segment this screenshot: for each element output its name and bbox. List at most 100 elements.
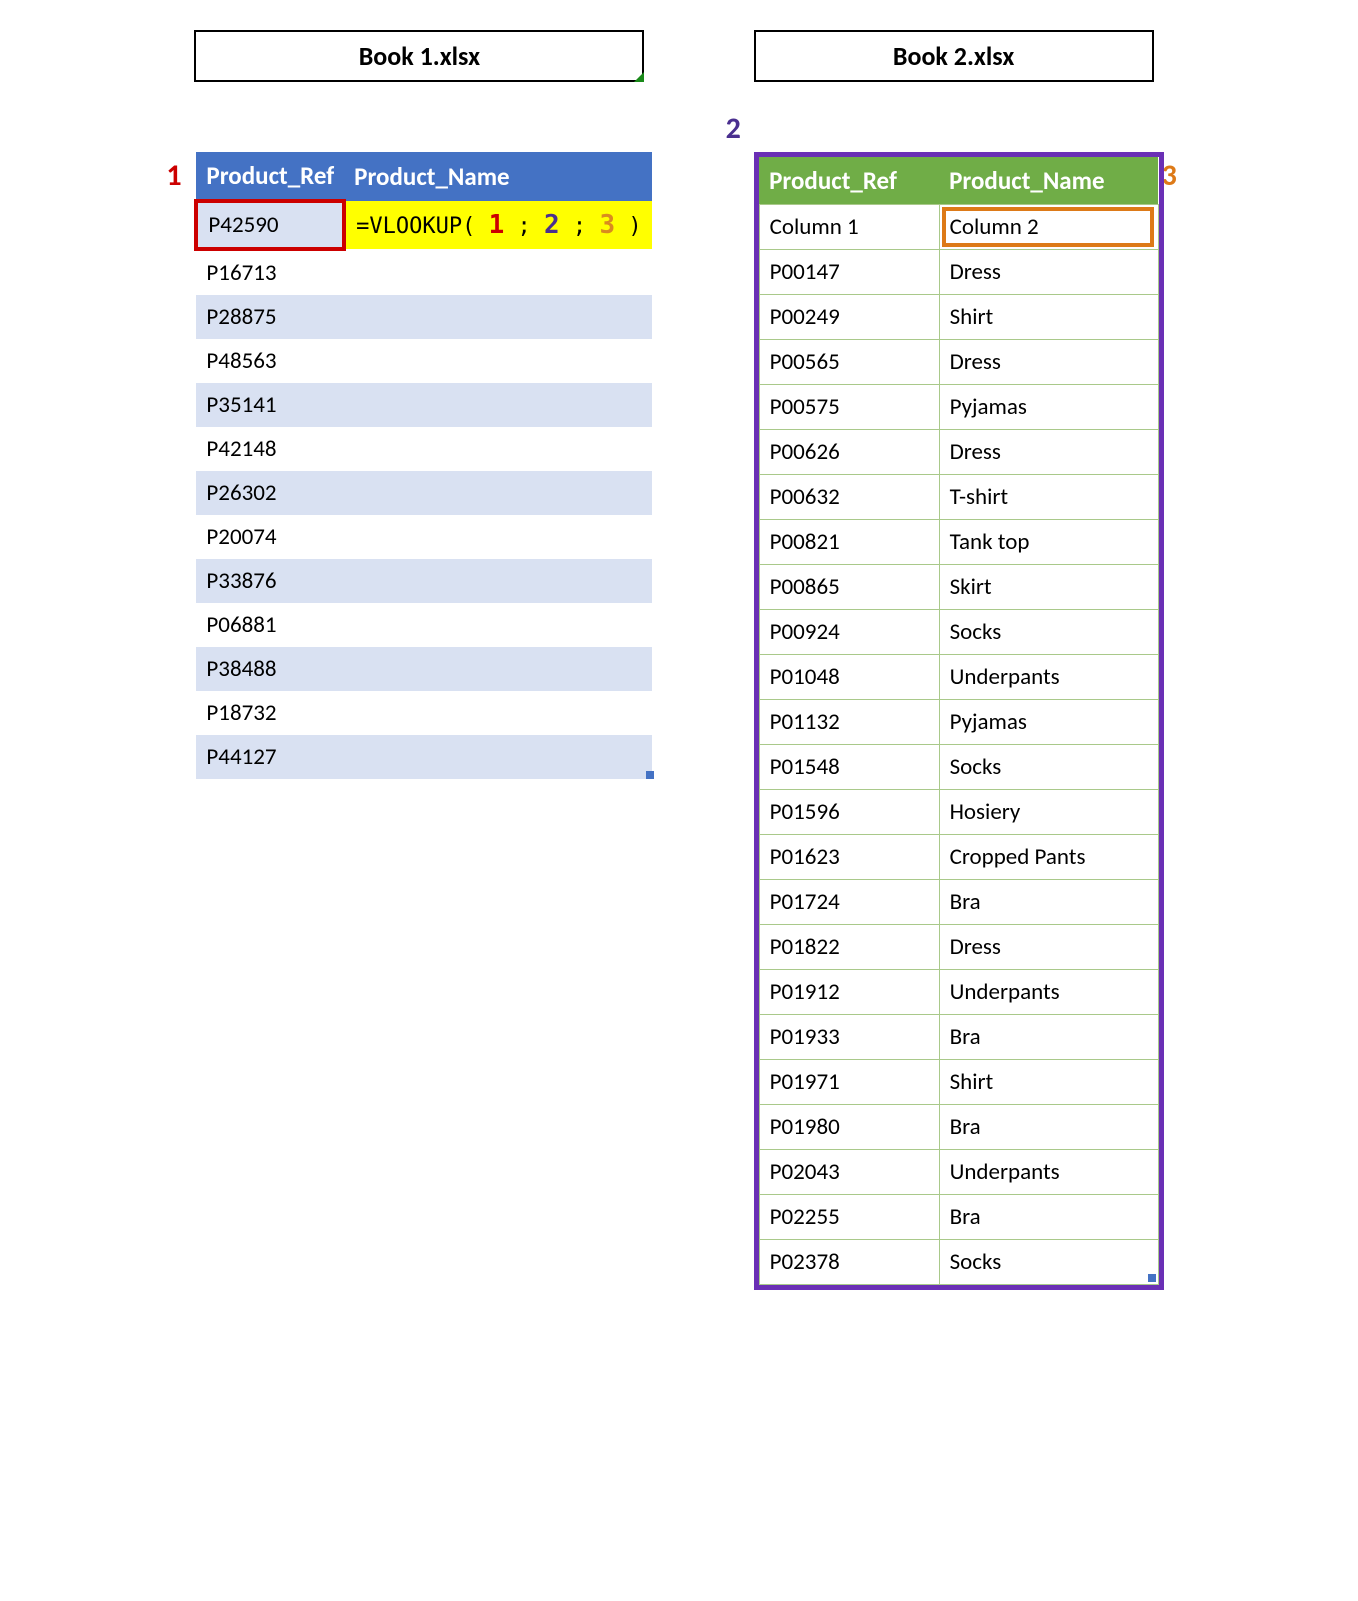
book1-name-cell[interactable] [344,471,651,515]
book2-name-cell[interactable]: Bra [939,1015,1158,1060]
book1-name-cell[interactable] [344,691,651,735]
book2-name-cell[interactable]: Skirt [939,565,1158,610]
book1-name-cell[interactable] [344,647,651,691]
table-row: P01048Underpants [759,655,1158,700]
book1-name-cell[interactable] [344,603,651,647]
book1-ref-cell[interactable]: P20074 [196,515,344,559]
book2-ref-cell[interactable]: P02255 [759,1195,939,1240]
table-row: P01912Underpants [759,970,1158,1015]
book2-column: Book 2.xlsx 2 3 Product_Ref Product_Name… [754,30,1164,1295]
book2-ref-cell[interactable]: P01933 [759,1015,939,1060]
book1-name-cell[interactable]: =VLOOKUP( 1 ; 2 ; 3 ) [344,201,651,249]
book1-name-cell[interactable] [344,559,651,603]
book1-name-cell[interactable] [344,339,651,383]
table-row: P33876 [196,559,651,603]
book2-ref-cell[interactable]: P01980 [759,1105,939,1150]
book2-ref-cell[interactable]: P00626 [759,430,939,475]
book2-name-cell[interactable]: Underpants [939,655,1158,700]
book2-name-cell[interactable]: Socks [939,610,1158,655]
book1-name-cell[interactable] [344,383,651,427]
book1-name-cell[interactable] [344,515,651,559]
book1-ref-cell[interactable]: P38488 [196,647,344,691]
book1-name-cell[interactable] [344,735,651,779]
book1-ref-cell[interactable]: P06881 [196,603,344,647]
table-row: P00575Pyjamas [759,385,1158,430]
book2-name-cell[interactable]: Underpants [939,1150,1158,1195]
book2-ref-cell[interactable]: P01912 [759,970,939,1015]
book2-ref-cell[interactable]: P01132 [759,700,939,745]
book1-ref-cell[interactable]: P33876 [196,559,344,603]
book1-table-wrap: Product_Ref Product_Name P42590=VLOOKUP(… [194,152,653,779]
table-row: P00632T-shirt [759,475,1158,520]
book2-subheader-c2-text: Column 2 [950,213,1039,241]
table-resize-handle-icon [1148,1274,1156,1282]
book2-name-cell[interactable]: Dress [939,340,1158,385]
book2-ref-cell[interactable]: P01048 [759,655,939,700]
book2-name-cell[interactable]: Bra [939,1195,1158,1240]
book2-name-cell[interactable]: Socks [939,745,1158,790]
book1-ref-cell[interactable]: P26302 [196,471,344,515]
table-row: P00865Skirt [759,565,1158,610]
book2-subheader-c1: Column 1 [759,205,939,250]
book2-ref-cell[interactable]: P01623 [759,835,939,880]
book1-ref-cell[interactable]: P18732 [196,691,344,735]
book2-ref-cell[interactable]: P00575 [759,385,939,430]
book1-name-cell[interactable] [344,427,651,471]
book1-ref-cell[interactable]: P28875 [196,295,344,339]
book1-table: Product_Ref Product_Name P42590=VLOOKUP(… [194,152,653,779]
book2-ref-cell[interactable]: P00249 [759,295,939,340]
table-row: P00147Dress [759,250,1158,295]
book2-name-cell[interactable]: Cropped Pants [939,835,1158,880]
table-row: P42148 [196,427,651,471]
book1-header-name: Product_Name [344,152,651,201]
table-row: P01933Bra [759,1015,1158,1060]
book2-name-cell[interactable]: Dress [939,430,1158,475]
book2-name-cell[interactable]: Dress [939,250,1158,295]
callout-3: 3 [1162,157,1177,194]
book2-name-cell[interactable]: Underpants [939,970,1158,1015]
book2-name-cell[interactable]: Pyjamas [939,385,1158,430]
book2-name-cell[interactable]: Shirt [939,295,1158,340]
book2-name-cell[interactable]: Hosiery [939,790,1158,835]
book1-ref-cell[interactable]: P35141 [196,383,344,427]
book2-name-cell[interactable]: Tank top [939,520,1158,565]
book2-ref-cell[interactable]: P00632 [759,475,939,520]
book1-name-cell[interactable] [344,249,651,295]
table-row: P01822Dress [759,925,1158,970]
book2-name-cell[interactable]: Bra [939,1105,1158,1150]
book2-ref-cell[interactable]: P00147 [759,250,939,295]
book2-name-cell[interactable]: Pyjamas [939,700,1158,745]
book2-ref-cell[interactable]: P00865 [759,565,939,610]
book2-ref-cell[interactable]: P01548 [759,745,939,790]
book2-name-cell[interactable]: Socks [939,1240,1158,1285]
book2-ref-cell[interactable]: P00821 [759,520,939,565]
table-resize-handle-icon [646,771,654,779]
book2-ref-cell[interactable]: P01596 [759,790,939,835]
book2-name-cell[interactable]: Shirt [939,1060,1158,1105]
table-row: P00565Dress [759,340,1158,385]
book2-name-cell[interactable]: Bra [939,880,1158,925]
book1-ref-cell[interactable]: P44127 [196,735,344,779]
book1-ref-cell[interactable]: P42148 [196,427,344,471]
book1-name-cell[interactable] [344,295,651,339]
book1-ref-cell[interactable]: P42590 [196,201,344,249]
book2-ref-cell[interactable]: P00924 [759,610,939,655]
book2-ref-cell[interactable]: P02378 [759,1240,939,1285]
book2-ref-cell[interactable]: P01822 [759,925,939,970]
book1-ref-cell[interactable]: P48563 [196,339,344,383]
book2-ref-cell[interactable]: P01971 [759,1060,939,1105]
book1-title: Book 1.xlsx [194,30,644,82]
book2-name-cell[interactable]: Dress [939,925,1158,970]
table-row: P48563 [196,339,651,383]
book2-ref-cell[interactable]: P00565 [759,340,939,385]
book1-header-row: Product_Ref Product_Name [196,152,651,201]
formula-sep: ; [504,214,544,239]
book2-ref-cell[interactable]: P01724 [759,880,939,925]
table-row: P01980Bra [759,1105,1158,1150]
book2-ref-cell[interactable]: P02043 [759,1150,939,1195]
table-row: P00924Socks [759,610,1158,655]
table-row: P01596Hosiery [759,790,1158,835]
book1-ref-cell[interactable]: P16713 [196,249,344,295]
book2-title: Book 2.xlsx [754,30,1154,82]
book2-name-cell[interactable]: T-shirt [939,475,1158,520]
